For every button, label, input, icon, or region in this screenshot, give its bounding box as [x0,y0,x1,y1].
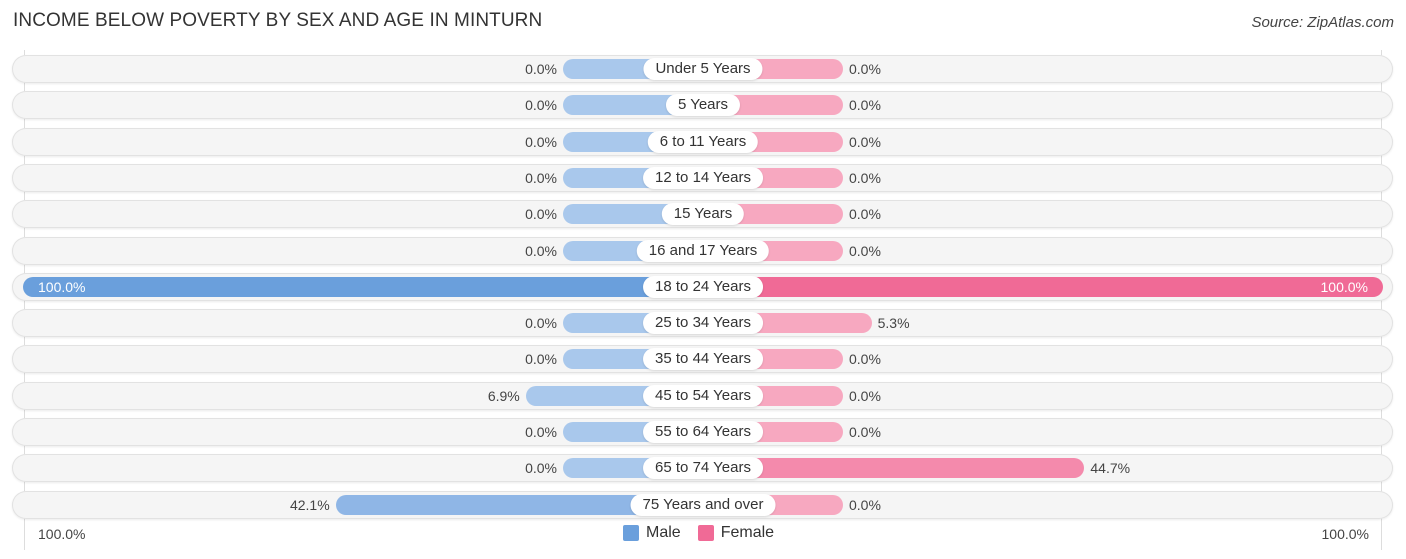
value-label-female: 0.0% [849,497,881,513]
value-label-female: 5.3% [877,315,910,331]
value-label-male: 0.0% [525,134,557,150]
legend-item-female[interactable]: Female [697,524,775,542]
value-label-male: 0.0% [525,351,557,367]
legend-swatch-female [697,525,714,541]
legend-label-male: Male [646,524,681,541]
value-label-female: 0.0% [849,424,881,440]
value-label-male: 0.0% [525,97,557,113]
value-label-female: 0.0% [849,206,881,222]
category-label: Under 5 Years [643,58,763,80]
category-label: 25 to 34 Years [643,312,763,334]
category-label: 35 to 44 Years [643,348,763,370]
value-label-male: 0.0% [525,243,557,259]
category-label: 18 to 24 Years [643,276,763,298]
value-label-female: 0.0% [849,388,881,404]
legend-label-female: Female [720,524,775,541]
value-label-male: 0.0% [525,61,557,77]
legend-item-male[interactable]: Male [623,524,681,542]
value-label-female: 0.0% [849,351,881,367]
category-label: 65 to 74 Years [643,457,763,479]
value-label-female: 44.7% [1090,460,1131,476]
category-label: 6 to 11 Years [647,131,759,153]
category-label: 15 Years [661,203,745,225]
axis-label-left: 100.0% [38,526,86,542]
chart-title: INCOME BELOW POVERTY BY SEX AND AGE IN M… [13,10,543,31]
legend-swatch-male [623,525,639,541]
category-label: 75 Years and over [630,494,776,516]
value-label-female: 0.0% [849,170,881,186]
value-label-male: 0.0% [525,315,557,331]
value-label-female: 0.0% [849,134,881,150]
category-label: 12 to 14 Years [643,167,763,189]
value-label-female: 0.0% [849,97,881,113]
value-label-male: 0.0% [525,170,557,186]
category-label: 45 to 54 Years [643,385,763,407]
value-label-female: 0.0% [849,243,881,259]
legend: Male Female [623,524,791,542]
value-label-male: 0.0% [525,206,557,222]
value-label-male: 100.0% [38,279,86,295]
axis-label-right: 100.0% [1321,526,1369,542]
value-label-male: 0.0% [525,424,557,440]
value-label-female: 100.0% [1320,279,1368,295]
bar-male[interactable] [23,277,703,297]
value-label-male: 6.9% [487,388,520,404]
category-label: 55 to 64 Years [643,421,763,443]
source-credit: Source: ZipAtlas.com [1251,14,1394,31]
value-label-male: 0.0% [525,460,557,476]
bar-female[interactable] [703,277,1383,297]
category-label: 5 Years [665,94,741,116]
value-label-male: 42.1% [289,497,330,513]
category-label: 16 and 17 Years [636,240,770,262]
value-label-female: 0.0% [849,61,881,77]
